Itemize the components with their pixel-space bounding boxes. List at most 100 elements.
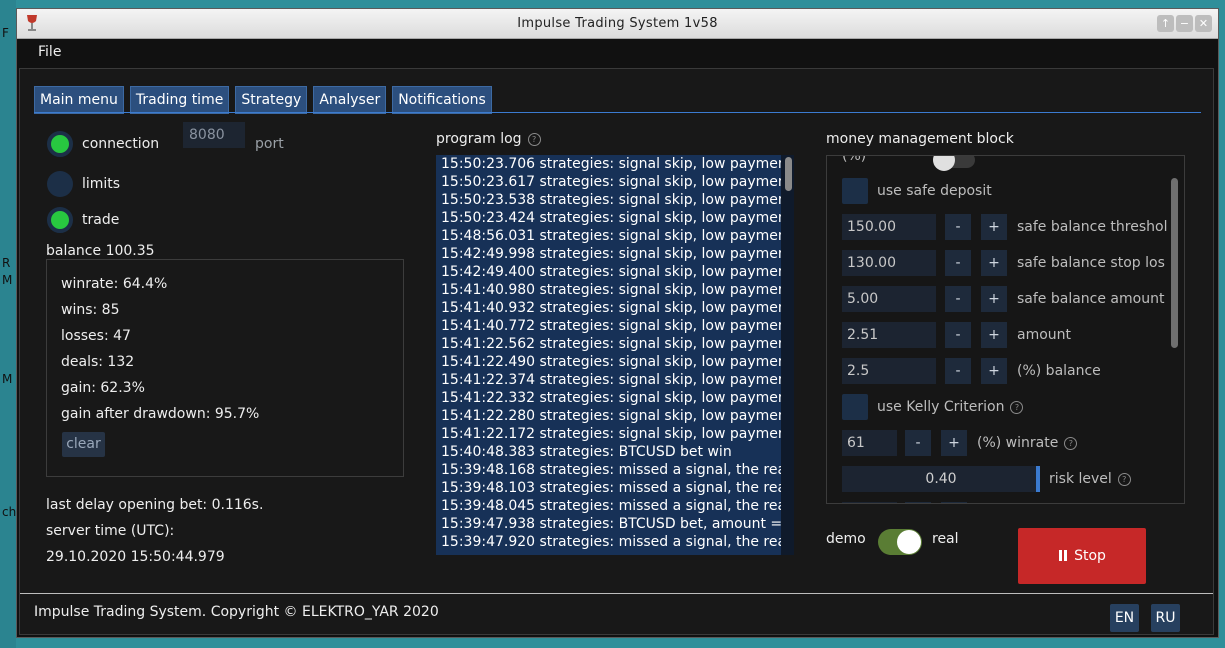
balance-percent-label: (%) balance <box>1017 363 1101 379</box>
real-label: real <box>932 531 959 547</box>
log-line: 15:41:40.932 strategies: signal skip, lo… <box>441 300 781 316</box>
last-delay-text: last delay opening bet: 0.116s. <box>46 497 264 513</box>
winrate-input[interactable]: 61 <box>842 430 897 456</box>
connection-label: connection <box>82 136 160 152</box>
balance-percent-input[interactable]: 2.5 <box>842 358 936 384</box>
trade-label: trade <box>82 212 120 228</box>
menu-bar: File <box>17 39 1218 65</box>
log-line: 15:39:48.103 strategies: missed a signal… <box>441 480 781 496</box>
clear-button[interactable]: clear <box>62 432 105 457</box>
desktop-strip: F R M M ch <box>0 0 16 648</box>
amount-minus-button[interactable]: - <box>945 322 971 348</box>
close-button[interactable]: ✕ <box>1195 15 1212 32</box>
log-line: 15:48:56.031 strategies: signal skip, lo… <box>441 228 781 244</box>
help-icon[interactable]: ? <box>527 132 541 146</box>
log-line: 15:41:22.332 strategies: signal skip, lo… <box>441 390 781 406</box>
tab-bar: Main menu Trading time Strategy Analyser… <box>34 86 492 114</box>
log-line: 15:39:47.920 strategies: missed a signal… <box>441 534 781 550</box>
copyright-text: Impulse Trading System. Copyright © ELEK… <box>34 604 439 620</box>
safe-stop-loss-plus-button[interactable]: + <box>981 250 1007 276</box>
balance-percent-minus-button[interactable]: - <box>945 358 971 384</box>
safe-stop-loss-minus-button[interactable]: - <box>945 250 971 276</box>
log-line: 15:41:22.172 strategies: signal skip, lo… <box>441 426 781 442</box>
tab-main-menu[interactable]: Main menu <box>34 86 124 114</box>
cutoff-plus-button[interactable] <box>941 502 967 503</box>
toggle-knob <box>897 530 921 554</box>
limits-indicator-icon <box>47 171 73 197</box>
cutoff-input[interactable] <box>842 502 897 503</box>
winrate-minus-button[interactable]: - <box>905 430 931 456</box>
lang-ru-button[interactable]: RU <box>1151 604 1180 632</box>
tab-strategy[interactable]: Strategy <box>235 86 308 114</box>
maximize-button[interactable]: ↑ <box>1157 15 1174 32</box>
safe-threshold-label: safe balance threshol <box>1017 219 1168 235</box>
amount-label: amount <box>1017 327 1072 343</box>
log-line: 15:41:22.562 strategies: signal skip, lo… <box>441 336 781 352</box>
desktop-text: M <box>2 273 13 287</box>
trade-indicator-icon <box>47 207 73 233</box>
risk-level-handle[interactable] <box>1036 466 1040 492</box>
tab-analyser[interactable]: Analyser <box>313 86 387 114</box>
port-label: port <box>255 136 284 152</box>
lang-en-button[interactable]: EN <box>1110 604 1139 632</box>
log-line: 15:50:23.424 strategies: signal skip, lo… <box>441 210 781 226</box>
balance-percent-plus-button[interactable]: + <box>981 358 1007 384</box>
demo-label: demo <box>826 531 866 547</box>
amount-plus-button[interactable]: + <box>981 322 1007 348</box>
partial-toggle[interactable] <box>933 156 975 171</box>
cutoff-minus-button[interactable] <box>905 502 931 503</box>
safe-amount-minus-button[interactable]: - <box>945 286 971 312</box>
tab-underline <box>34 112 1201 113</box>
log-line: 15:39:48.045 strategies: missed a signal… <box>441 498 781 514</box>
safe-amount-plus-button[interactable]: + <box>981 286 1007 312</box>
menu-file[interactable]: File <box>38 44 61 60</box>
minimize-button[interactable]: − <box>1176 15 1193 32</box>
port-input[interactable]: 8080 <box>183 122 245 148</box>
footer-divider <box>20 593 1213 594</box>
help-icon[interactable]: ? <box>1064 436 1078 450</box>
help-icon[interactable]: ? <box>1117 472 1131 486</box>
winrate-plus-button[interactable]: + <box>941 430 967 456</box>
program-log-list[interactable]: 15:50:23.706 strategies: signal skip, lo… <box>436 155 794 555</box>
mode-toggle[interactable] <box>878 529 922 555</box>
balance-text: balance 100.35 <box>46 243 155 259</box>
wins-text: wins: 85 <box>61 302 120 318</box>
losses-text: losses: 47 <box>61 328 131 344</box>
window-title: Impulse Trading System 1v58 <box>517 16 718 31</box>
risk-level-slider[interactable]: 0.40 <box>842 466 1040 492</box>
use-kelly-label-text: use Kelly Criterion <box>877 399 1005 415</box>
log-scrollbar[interactable] <box>785 157 792 191</box>
amount-input[interactable]: 2.51 <box>842 322 936 348</box>
main-panel: Main menu Trading time Strategy Analyser… <box>19 68 1214 635</box>
help-icon[interactable]: ? <box>1010 400 1024 414</box>
title-bar[interactable]: Impulse Trading System 1v58 ↑ − ✕ <box>17 9 1218 39</box>
desktop-text: ch <box>2 505 17 519</box>
safe-threshold-plus-button[interactable]: + <box>981 214 1007 240</box>
mm-scrollbar[interactable] <box>1171 178 1178 348</box>
server-time-value: 29.10.2020 15:50:44.979 <box>46 549 225 565</box>
log-line: 15:42:49.400 strategies: signal skip, lo… <box>441 264 781 280</box>
safe-threshold-input[interactable]: 150.00 <box>842 214 936 240</box>
deals-text: deals: 132 <box>61 354 135 370</box>
log-line: 15:50:23.706 strategies: signal skip, lo… <box>441 156 781 172</box>
desktop-text: M <box>2 372 13 386</box>
partial-label: (%) <box>842 155 867 164</box>
app-window: Impulse Trading System 1v58 ↑ − ✕ File M… <box>16 8 1219 638</box>
risk-level-label: risk level? <box>1049 471 1131 487</box>
safe-stop-loss-input[interactable]: 130.00 <box>842 250 936 276</box>
desktop-text: R <box>2 256 11 270</box>
winrate-text: winrate: 64.4% <box>61 276 168 292</box>
safe-threshold-minus-button[interactable]: - <box>945 214 971 240</box>
program-log-title: program log? <box>436 131 541 147</box>
use-kelly-label: use Kelly Criterion? <box>877 399 1024 415</box>
tab-notifications[interactable]: Notifications <box>392 86 492 114</box>
use-kelly-checkbox[interactable] <box>842 394 868 420</box>
pause-icon <box>1058 550 1068 561</box>
stop-button[interactable]: Stop <box>1018 528 1146 584</box>
log-line: 15:39:48.168 strategies: missed a signal… <box>441 462 781 478</box>
tab-trading-time[interactable]: Trading time <box>129 86 230 114</box>
safe-amount-input[interactable]: 5.00 <box>842 286 936 312</box>
winrate-label-text: (%) winrate <box>977 435 1059 451</box>
use-safe-deposit-checkbox[interactable] <box>842 178 868 204</box>
desktop-text: F <box>2 26 9 40</box>
